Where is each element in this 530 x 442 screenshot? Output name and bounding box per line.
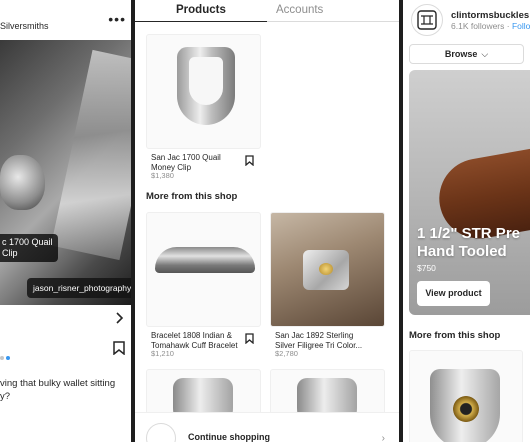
post-header: Silversmiths ••• — [0, 0, 131, 40]
money-clip-image — [177, 47, 235, 125]
bookmark-icon[interactable] — [245, 331, 254, 349]
brand-logo-icon — [417, 10, 437, 30]
banknote-image — [50, 49, 131, 261]
tab-products[interactable]: Products — [176, 4, 226, 16]
more-dots-icon[interactable]: ••• — [108, 12, 126, 26]
product-tag[interactable]: c 1700 Quail Clip — [0, 234, 58, 262]
featured-title-line: Hand Tooled — [417, 243, 507, 260]
product-price: $1,210 — [151, 349, 174, 358]
carousel-dot — [0, 356, 4, 360]
post-photo[interactable]: c 1700 Quail Clip jason_risner_photograp… — [0, 40, 131, 305]
section-title: More from this shop — [409, 330, 501, 341]
emblem-image — [453, 396, 479, 422]
product-image[interactable] — [409, 350, 523, 442]
featured-product-price: $750 — [417, 263, 436, 273]
tab-bar: Products Accounts — [135, 0, 399, 22]
money-clip-image — [0, 155, 45, 210]
featured-product-title: 1 1/2" STR Pre Hand Tooled — [417, 225, 520, 261]
product-name[interactable]: Bracelet 1808 Indian & Tomahawk Cuff Bra… — [151, 331, 238, 351]
chevron-right-icon[interactable] — [116, 312, 124, 327]
carousel-dots — [0, 347, 12, 365]
carousel-dot-active — [6, 356, 10, 360]
product-image[interactable] — [270, 212, 385, 327]
section-title: More from this shop — [146, 191, 238, 202]
continue-shopping-bar[interactable]: Continue shopping › — [135, 412, 399, 442]
chevron-right-icon: › — [381, 433, 385, 442]
avatar[interactable] — [411, 4, 443, 36]
bookmark-icon[interactable] — [113, 341, 125, 360]
shop-handle[interactable]: clintormsbuckles — [451, 10, 529, 21]
product-image[interactable] — [146, 34, 261, 149]
post-panel: Silversmiths ••• c 1700 Quail Clip jason… — [0, 0, 131, 442]
shop-logo-icon — [146, 423, 176, 442]
photo-credit-tag[interactable]: jason_risner_photography — [27, 278, 131, 298]
product-name[interactable]: San Jac 1700 Quail Money Clip — [151, 153, 221, 173]
browse-label: Browse — [444, 49, 478, 59]
follow-link[interactable]: Follo — [512, 21, 530, 31]
view-product-button[interactable]: View product — [417, 281, 490, 306]
shop-panel: Products Accounts San Jac 1700 Quail Mon… — [135, 0, 399, 442]
follower-count-text: 6.1K followers — [451, 21, 505, 31]
post-caption: ving that bulky wallet sitting y? — [0, 378, 116, 402]
product-image[interactable] — [146, 212, 261, 327]
follower-count: 6.1K followers · Follo — [451, 21, 530, 31]
cuff-bracelet-image — [155, 247, 255, 273]
post-account-name[interactable]: Silversmiths — [0, 21, 49, 31]
tab-accounts[interactable]: Accounts — [276, 4, 323, 16]
product-price: $2,780 — [275, 349, 298, 358]
chevron-down-icon: ⌵ — [481, 49, 489, 59]
shop-profile-panel: clintormsbuckles 6.1K followers · Follo … — [403, 0, 530, 442]
product-name[interactable]: San Jac 1892 Sterling Silver Filigree Tr… — [275, 331, 362, 351]
bookmark-icon[interactable] — [245, 153, 254, 171]
browse-button[interactable]: Browse ⌵ — [409, 44, 524, 64]
continue-shopping-label: Continue shopping — [188, 432, 270, 442]
featured-title-line: 1 1/2" STR Pre — [417, 225, 520, 242]
featured-product-card[interactable]: 1 1/2" STR Pre Hand Tooled $750 View pro… — [409, 70, 530, 315]
active-tab-indicator — [135, 21, 267, 22]
product-price: $1,380 — [151, 171, 174, 180]
